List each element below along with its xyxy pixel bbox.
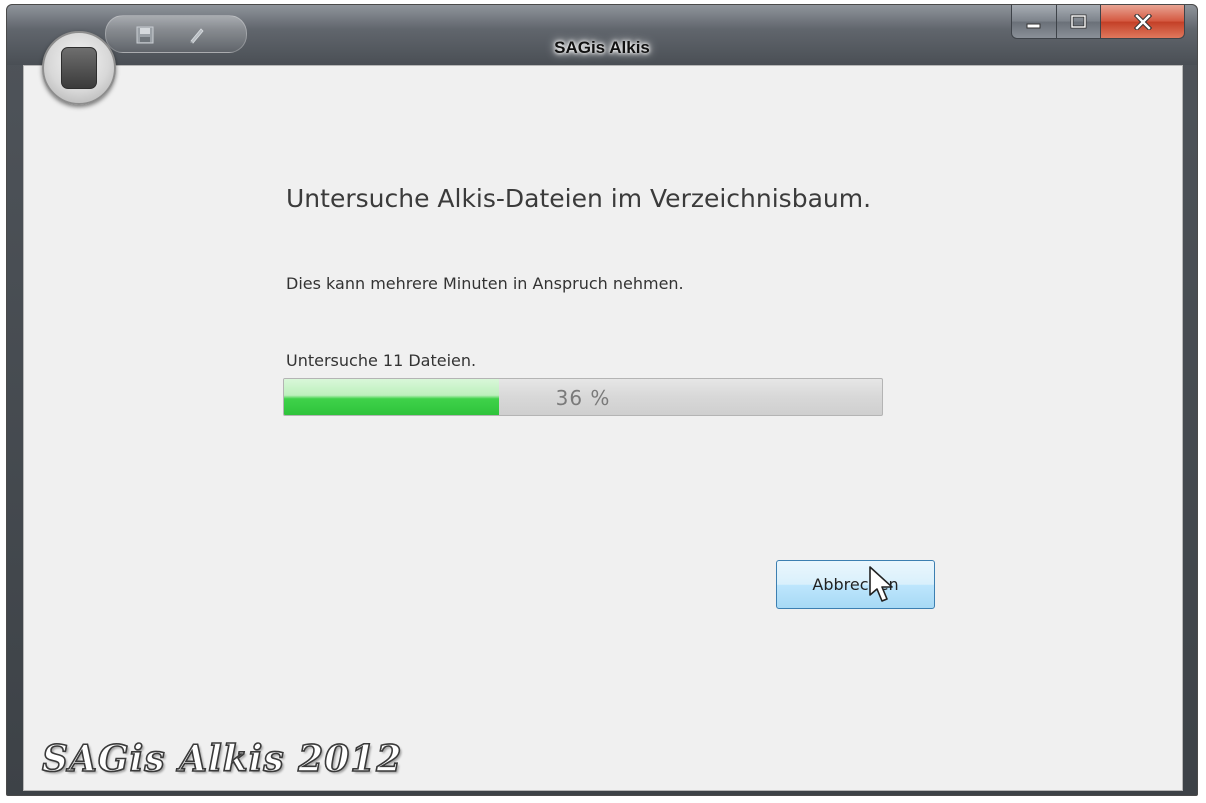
window-title: SAGis Alkis [554,38,650,57]
app-window: SAGis Alkis Untersuche Alkis-Dateien im … [6,4,1198,796]
maximize-icon [1070,14,1086,28]
cancel-button[interactable]: Abbrechen [776,560,935,609]
info-text: Dies kann mehrere Minuten in Anspruch ne… [286,274,684,293]
title-bar[interactable]: SAGis Alkis [7,5,1197,65]
status-text: Untersuche 11 Dateien. [286,351,477,370]
maximize-button[interactable] [1057,5,1101,39]
close-icon [1133,13,1152,30]
app-orb-icon [61,47,97,89]
caption-buttons [1011,5,1185,39]
close-button[interactable] [1101,5,1185,39]
brand-logo-text: SAGis Alkis 2012 [41,737,403,781]
progress-bar: 36 % [283,378,883,416]
mouse-cursor-icon [869,566,893,602]
progress-label: 36 % [555,386,611,410]
dialog-content: Untersuche Alkis-Dateien im Verzeichnisb… [23,65,1183,791]
minimize-icon [1026,23,1041,28]
minimize-button[interactable] [1011,5,1057,39]
page-title: Untersuche Alkis-Dateien im Verzeichnisb… [286,184,872,213]
app-menu-button[interactable] [42,31,116,105]
